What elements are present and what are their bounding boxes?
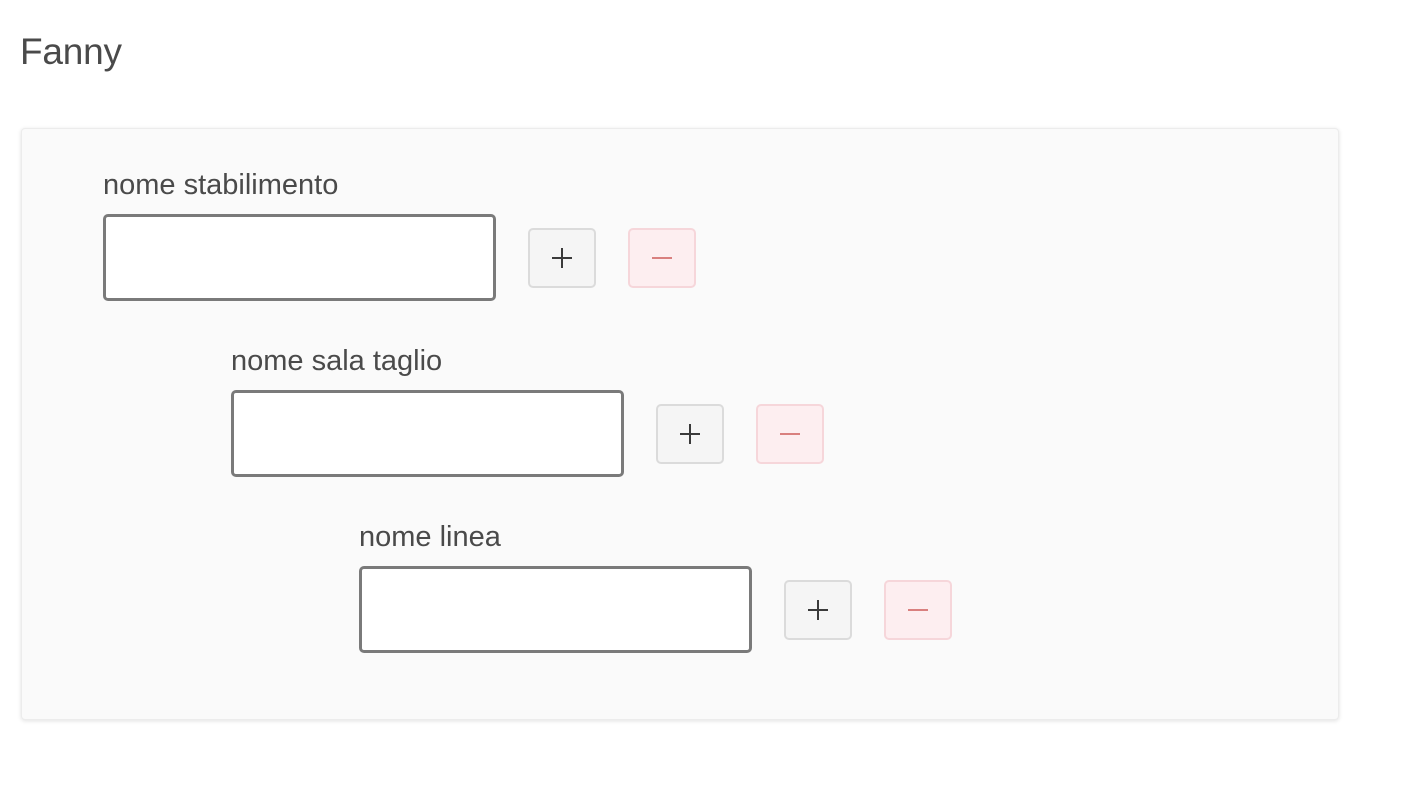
field-label-linea: nome linea [359, 521, 501, 553]
add-linea-button[interactable] [784, 580, 852, 640]
sala-taglio-name-input[interactable] [231, 390, 624, 477]
field-label-stabilimento: nome stabilimento [103, 169, 339, 201]
page-title: Fanny [20, 31, 122, 72]
remove-linea-button[interactable] [884, 580, 952, 640]
stabilimento-name-input[interactable] [103, 214, 496, 301]
minus-icon [906, 598, 930, 622]
field-group-linea: nome linea [359, 520, 1059, 660]
add-stabilimento-button[interactable] [528, 228, 596, 288]
hierarchy-form-card: nome stabilimento nome sala taglio nome … [21, 128, 1339, 720]
minus-icon [778, 422, 802, 446]
plus-icon [806, 598, 830, 622]
remove-sala-taglio-button[interactable] [756, 404, 824, 464]
field-group-sala-taglio: nome sala taglio [231, 344, 931, 484]
field-label-sala-taglio: nome sala taglio [231, 345, 443, 377]
plus-icon [678, 422, 702, 446]
minus-icon [650, 246, 674, 270]
plus-icon [550, 246, 574, 270]
add-sala-taglio-button[interactable] [656, 404, 724, 464]
field-group-stabilimento: nome stabilimento [103, 168, 803, 308]
remove-stabilimento-button[interactable] [628, 228, 696, 288]
linea-name-input[interactable] [359, 566, 752, 653]
